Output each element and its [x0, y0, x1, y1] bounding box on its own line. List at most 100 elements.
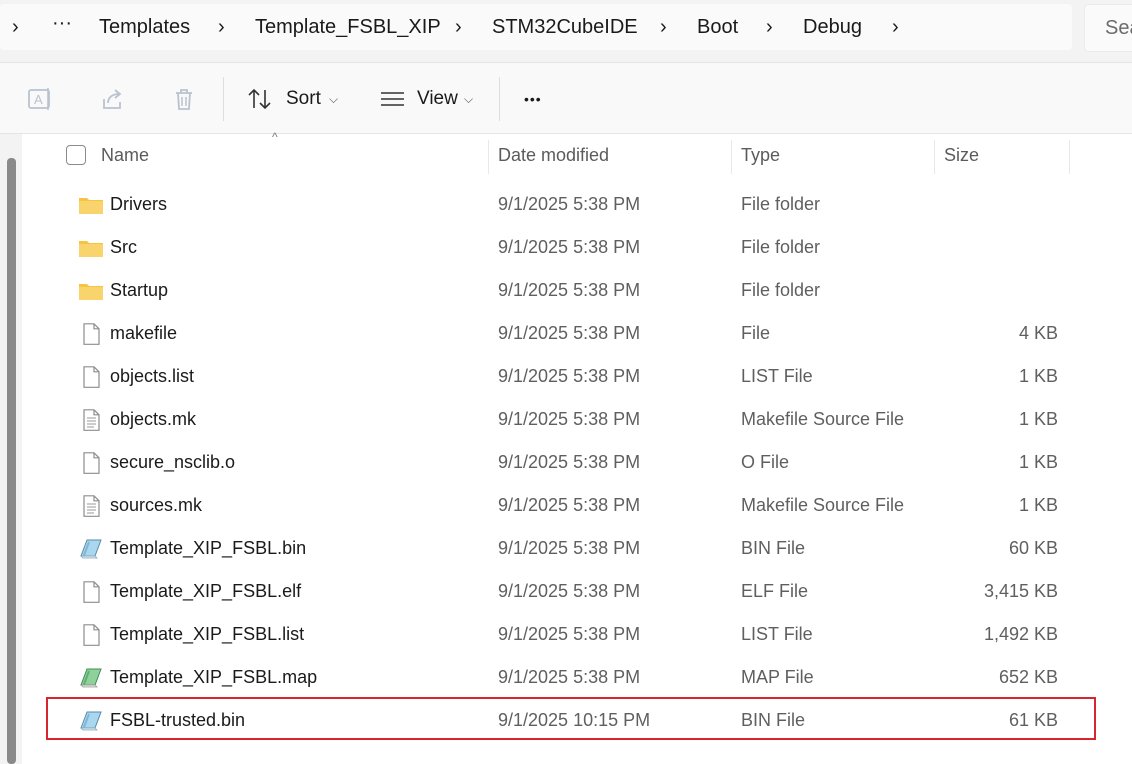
search-input[interactable]: Sea [1084, 4, 1132, 52]
file-size: 1 KB [1018, 409, 1058, 429]
file-row[interactable]: objects.list 9/1/2025 5:38 PM LIST File 1 K… [50, 355, 1070, 398]
file-date: 9/1/2025 5:38 PM [498, 280, 641, 300]
chevron-right-icon[interactable]: › [660, 4, 667, 50]
delete-icon[interactable] [170, 85, 198, 113]
folder-icon [78, 280, 104, 302]
file-row[interactable]: Template_XIP_FSBL.bin 9/1/2025 5:38 PM BIN… [50, 527, 1070, 570]
file-row[interactable]: Drivers 9/1/2025 5:38 PM File folder [50, 183, 1070, 226]
file-name[interactable]: sources.mk [110, 484, 202, 527]
highlight-box [46, 697, 1096, 740]
file-type: MAP File [741, 667, 814, 687]
breadcrumb-templates[interactable]: Templates [99, 4, 190, 50]
chevron-right-icon[interactable]: › [892, 4, 899, 50]
text-file-icon [78, 495, 104, 517]
file-name[interactable]: Drivers [110, 183, 167, 226]
file-row[interactable]: secure_nsclib.o 9/1/2025 5:38 PM O File 1 K… [50, 441, 1070, 484]
view-button[interactable]: View ⌵ [380, 81, 480, 117]
chevron-right-icon[interactable]: › [12, 4, 19, 50]
file-date: 9/1/2025 5:38 PM [498, 409, 641, 429]
chevron-right-icon[interactable]: › [766, 4, 773, 50]
column-header-size[interactable]: Size [935, 134, 1069, 176]
sort-icon [248, 88, 271, 110]
file-size: 1 KB [1018, 452, 1058, 472]
bin-file-icon [78, 538, 104, 560]
file-name[interactable]: objects.list [110, 355, 194, 398]
file-row[interactable]: Template_XIP_FSBL.elf 9/1/2025 5:38 PM ELF… [50, 570, 1070, 613]
column-header-name[interactable]: Name [88, 134, 488, 176]
column-header-type[interactable]: Type [732, 134, 934, 176]
file-type: File folder [741, 194, 821, 214]
sort-button[interactable]: Sort ⌵ [247, 81, 347, 117]
file-name[interactable]: Template_XIP_FSBL.bin [110, 527, 306, 570]
address-bar: › ··· Templates › Template_FSBL_XIP › ST… [0, 0, 1132, 63]
file-row[interactable]: makefile 9/1/2025 5:38 PM File 4 KB [50, 312, 1070, 355]
file-date: 9/1/2025 5:38 PM [498, 538, 641, 558]
file-date: 9/1/2025 5:38 PM [498, 495, 641, 515]
file-name[interactable]: Template_XIP_FSBL.list [110, 613, 304, 656]
select-all-checkbox[interactable] [66, 145, 86, 165]
text-file-icon [78, 409, 104, 431]
file-name[interactable]: Template_XIP_FSBL.elf [110, 570, 301, 613]
search-placeholder: Sea [1105, 17, 1132, 39]
column-header-label: Name [101, 145, 150, 165]
file-type: ELF File [741, 581, 809, 601]
file-size: 652 KB [998, 667, 1058, 687]
file-size: 1,492 KB [983, 624, 1058, 644]
file-row[interactable]: objects.mk 9/1/2025 5:38 PM Makefile Sourc… [50, 398, 1070, 441]
file-date: 9/1/2025 5:38 PM [498, 581, 641, 601]
file-row[interactable]: Startup 9/1/2025 5:38 PM File folder [50, 269, 1070, 312]
breadcrumb-template-fsbl-xip[interactable]: Template_FSBL_XIP [255, 4, 441, 50]
column-header-date[interactable]: Date modified [489, 134, 731, 176]
file-icon [78, 452, 104, 474]
toolbar-divider [223, 77, 224, 121]
file-name[interactable]: Src [110, 226, 137, 269]
file-icon [78, 366, 104, 388]
file-type: LIST File [741, 366, 813, 386]
scrollbar-thumb[interactable] [7, 158, 16, 764]
file-row[interactable]: Template_XIP_FSBL.list 9/1/2025 5:38 PM LI… [50, 613, 1070, 656]
file-size: 4 KB [1018, 323, 1058, 343]
breadcrumb-overflow[interactable]: ··· [52, 0, 72, 46]
chevron-down-icon: ⌵ [464, 92, 474, 106]
breadcrumb-boot[interactable]: Boot [697, 4, 738, 50]
file-size: 1 KB [1018, 495, 1058, 515]
file-type: BIN File [741, 538, 806, 558]
chevron-down-icon: ⌵ [329, 92, 339, 106]
command-bar: A Sort ⌵ View ⌵ ••• [0, 63, 1132, 134]
folder-icon [78, 237, 104, 259]
file-row[interactable]: sources.mk 9/1/2025 5:38 PM Makefile Sourc… [50, 484, 1070, 527]
file-icon [78, 624, 104, 646]
file-name[interactable]: secure_nsclib.o [110, 441, 235, 484]
file-name[interactable]: Startup [110, 269, 168, 312]
file-row[interactable]: Template_XIP_FSBL.map 9/1/2025 5:38 PM MAP… [50, 656, 1070, 699]
file-date: 9/1/2025 5:38 PM [498, 624, 641, 644]
file-type: File [741, 323, 771, 343]
map-file-icon [78, 667, 104, 689]
file-name[interactable]: objects.mk [110, 398, 196, 441]
chevron-right-icon[interactable]: › [455, 4, 462, 50]
file-size: 1 KB [1018, 366, 1058, 386]
column-divider[interactable] [1069, 140, 1070, 174]
file-type: Makefile Source File [741, 495, 905, 515]
share-icon[interactable] [99, 85, 127, 113]
rename-icon[interactable]: A [26, 85, 54, 113]
file-name[interactable]: Template_XIP_FSBL.map [110, 656, 317, 699]
file-name[interactable]: makefile [110, 312, 177, 355]
breadcrumb-debug[interactable]: Debug [803, 4, 862, 50]
chevron-right-icon[interactable]: › [218, 4, 225, 50]
file-type: File folder [741, 237, 821, 257]
sort-label: Sort [286, 88, 321, 109]
file-row[interactable]: Src 9/1/2025 5:38 PM File folder [50, 226, 1070, 269]
file-type: LIST File [741, 624, 813, 644]
file-size: 60 KB [1008, 538, 1058, 558]
view-label: View [417, 88, 458, 109]
column-header-label: Date modified [498, 145, 610, 165]
toolbar-divider [499, 77, 500, 121]
breadcrumb[interactable]: › ··· Templates › Template_FSBL_XIP › ST… [0, 4, 1072, 50]
folder-icon [78, 194, 104, 216]
more-options-button[interactable]: ••• [524, 81, 564, 117]
file-date: 9/1/2025 5:38 PM [498, 194, 641, 214]
file-size: 3,415 KB [983, 581, 1058, 601]
breadcrumb-stm32cubeide[interactable]: STM32CubeIDE [492, 4, 638, 50]
file-type: File folder [741, 280, 821, 300]
